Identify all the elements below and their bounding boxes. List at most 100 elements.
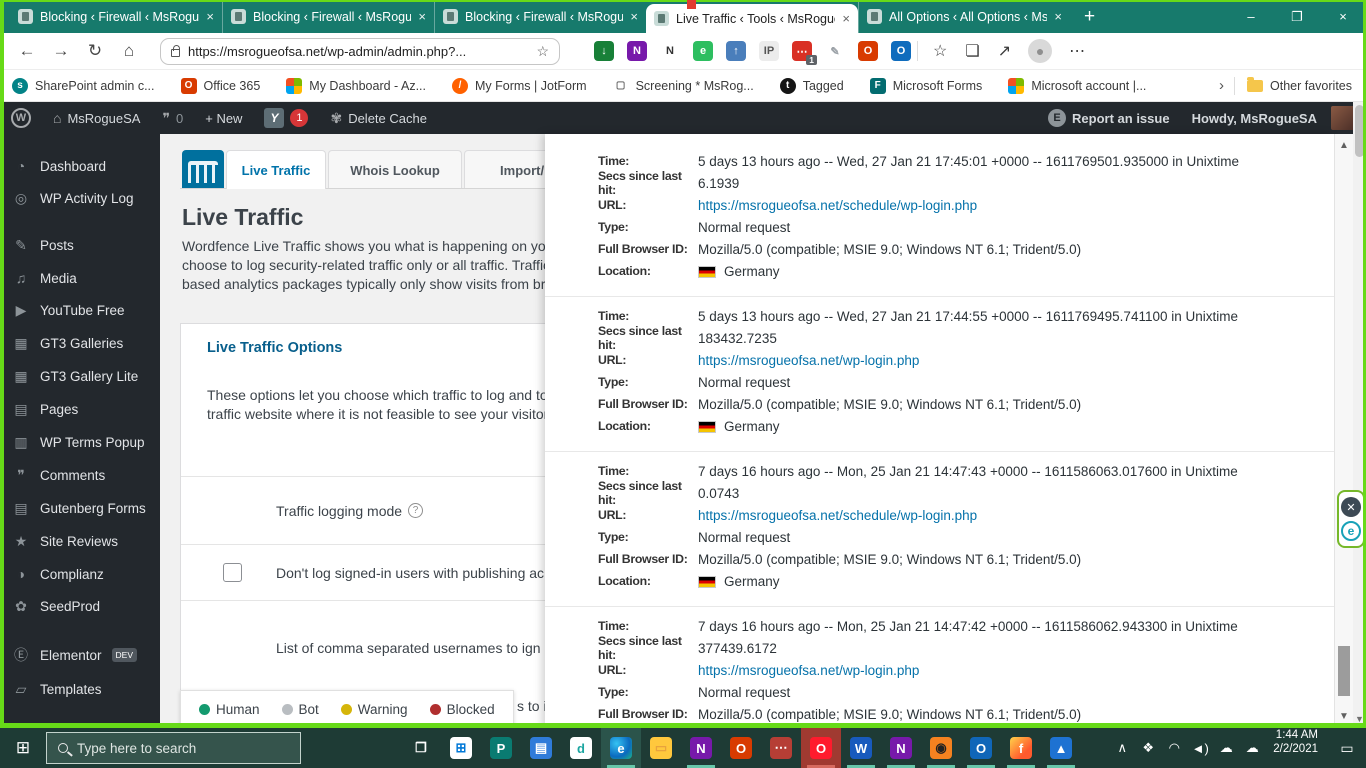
address-bar[interactable]: https://msrogueofsa.net/wp-admin/admin.p… [160,38,560,65]
firefox-icon[interactable]: f [1001,728,1041,768]
wifi-tray-icon[interactable]: ◠ [1161,740,1187,756]
close-window-button[interactable]: × [1320,0,1366,33]
close-tab-icon[interactable]: × [418,9,426,24]
favorite-bookmark[interactable]: / My Forms | JotForm [452,78,587,94]
word-icon[interactable]: W [841,728,881,768]
entry-url-link[interactable]: https://msrogueofsa.net/wp-login.php [698,663,919,678]
outlook-extension-icon[interactable]: O [891,41,911,61]
YouTube Free[interactable]: ▶ YouTube Free [0,294,160,327]
scroll-down-icon[interactable]: ▼ [1335,711,1353,722]
tab-all-options[interactable]: All Options ‹ All Options ‹ MsR × [858,0,1070,33]
favorite-bookmark[interactable]: t Tagged [780,78,844,94]
share-icon[interactable]: ↗ [998,41,1011,61]
start-button[interactable]: ⊞ [0,728,46,768]
microsoft-store-icon[interactable]: ⊞ [441,728,481,768]
entry-url-link[interactable]: https://msrogueofsa.net/schedule/wp-logi… [698,508,977,523]
back-icon[interactable]: ← [10,41,44,61]
taskbar-clock[interactable]: 1:44 AM 2/2/2021 [1273,728,1318,768]
favorite-bookmark[interactable]: s SharePoint admin c... [12,78,155,94]
office-extension-icon[interactable]: O [858,41,878,61]
settings-menu-icon[interactable]: ⋯ [1069,41,1085,61]
opera-icon[interactable]: O [801,728,841,768]
onenote-clipper-icon[interactable]: N [660,41,680,61]
WP Activity Log[interactable]: ◎ WP Activity Log [0,182,160,215]
tab-live-traffic-active[interactable]: Live Traffic ‹ Tools ‹ MsRogueS × [646,4,858,33]
page-scrollbar[interactable]: ▼ [1353,102,1366,728]
entry-url-link[interactable]: https://msrogueofsa.net/schedule/wp-logi… [698,198,977,213]
scrollbar-thumb[interactable] [1338,646,1350,696]
close-tab-icon[interactable]: × [842,11,850,26]
evernote-extension-icon[interactable]: e [693,41,713,61]
help-icon[interactable]: ? [408,503,423,518]
action-center-icon[interactable]: ▭ [1328,728,1366,768]
collections-icon[interactable]: ❏ [965,41,979,61]
GT3 Galleries[interactable]: ▦ GT3 Galleries [0,327,160,360]
mail-app-icon[interactable]: ▤ [521,728,561,768]
red-app-icon[interactable]: ⋯ [761,728,801,768]
home-icon[interactable]: ⌂ [112,41,146,61]
other-favorites-button[interactable]: Other favorites [1247,79,1352,93]
task-view-icon[interactable]: ❒ [401,728,441,768]
download-extension-icon[interactable]: ↓ [594,41,614,61]
Media[interactable]: ♫ Media [0,262,160,294]
page-scroll-down-icon[interactable]: ▼ [1353,714,1366,724]
refresh-icon[interactable]: ↻ [78,41,112,61]
url-text[interactable]: https://msrogueofsa.net/wp-admin/admin.p… [188,44,528,59]
scroll-up-icon[interactable]: ▲ [1335,140,1353,151]
page-scrollbar-thumb[interactable] [1355,105,1364,157]
entry-url-link[interactable]: https://msrogueofsa.net/wp-login.php [698,353,919,368]
publisher-icon[interactable]: P [481,728,521,768]
close-widget-icon[interactable]: ✕ [1341,497,1361,517]
favorites-hub-icon[interactable]: ☆ [933,41,947,61]
notes-extension-icon[interactable]: ⋯ 1 [792,41,812,61]
evernote-clipper-widget[interactable]: ✕ e [1337,490,1365,548]
close-tab-icon[interactable]: × [630,9,638,24]
Comments[interactable]: ❞ Comments [0,459,160,492]
tab-blocking-firewall-1[interactable]: Blocking ‹ Firewall ‹ MsRogueS × [10,0,222,33]
new-content-menu[interactable]: + New [194,102,253,134]
taskbar-search-input[interactable]: Type here to search [46,732,301,764]
dont-log-users-checkbox[interactable] [223,563,242,582]
tab-blocking-firewall-2[interactable]: Blocking ‹ Firewall ‹ MsRogueS × [222,0,434,33]
favorite-star-icon[interactable]: ☆ [536,43,549,60]
Posts[interactable]: ✎ Posts [0,229,160,262]
favorite-bookmark[interactable]: F Microsoft Forms [870,78,983,94]
Site Reviews[interactable]: ★ Site Reviews [0,525,160,558]
Gutenberg Forms[interactable]: ▤ Gutenberg Forms [0,492,160,525]
SeedProd[interactable]: ✿ SeedProd [0,590,160,623]
new-tab-button[interactable]: + [1070,0,1109,33]
comments-menu[interactable]: ❞ 0 [151,102,194,134]
d-circle-app-icon[interactable]: d [561,728,601,768]
edge-icon[interactable]: e [601,728,641,768]
dropbox-tray-icon[interactable]: ❖ [1135,740,1161,756]
Elementor[interactable]: Ⓔ Elementor DEV [0,637,160,673]
wordpress-logo-menu[interactable]: W [0,102,42,134]
cloud-tray-icon[interactable]: ☁ [1239,740,1265,756]
Templates[interactable]: ▱ Templates [0,673,160,706]
minimize-button[interactable]: – [1228,0,1274,33]
Dashboard[interactable]: ◔ Dashboard [0,150,160,182]
file-explorer-icon[interactable]: ▭ [641,728,681,768]
ip-lookup-extension-icon[interactable]: IP [759,41,779,61]
favorite-bookmark[interactable]: My Dashboard - Az... [286,78,426,94]
tab-blocking-firewall-3[interactable]: Blocking ‹ Firewall ‹ MsRogueS × [434,0,646,33]
restore-button[interactable]: ❐ [1274,0,1320,33]
photos-icon[interactable]: ▲ [1041,728,1081,768]
panel-scrollbar[interactable]: ▲ ▼ [1334,134,1353,728]
account-menu[interactable]: Howdy, MsRogueSA [1181,102,1366,134]
WP Terms Popup[interactable]: ▥ WP Terms Popup [0,426,160,459]
site-name-menu[interactable]: ⌂ MsRogueSA [42,102,151,134]
browser-profile-avatar[interactable]: ● [1028,39,1052,63]
favorite-bookmark[interactable]: ▢ Screening * MsRog... [613,78,754,94]
Complianz[interactable]: ◑ Complianz [0,558,160,590]
report-issue-menu[interactable]: E Report an issue [1037,102,1181,134]
close-tab-icon[interactable]: × [1054,9,1062,24]
GT3 Gallery Lite[interactable]: ▦ GT3 Gallery Lite [0,360,160,393]
onenote-icon[interactable]: N [681,728,721,768]
onedrive-tray-icon[interactable]: ☁ [1213,740,1239,756]
yoast-seo-menu[interactable]: Y 1 [253,102,319,134]
tab-whois-lookup[interactable]: Whois Lookup [328,150,462,189]
volume-tray-icon[interactable]: ◄) [1187,741,1213,756]
delete-cache-menu[interactable]: ✾ Delete Cache [319,102,438,134]
tab-live-traffic[interactable]: Live Traffic [226,150,326,189]
